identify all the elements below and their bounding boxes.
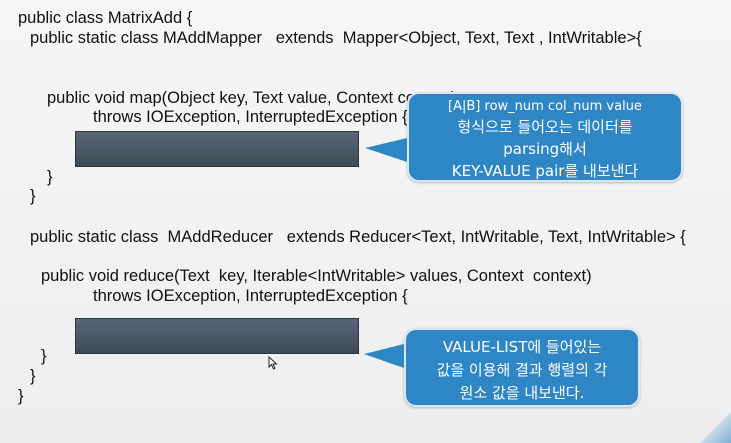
- code-reducer-close-brace: }: [30, 367, 36, 385]
- reducer-callout-line2: 값을 이용해 결과 행렬의 각: [436, 361, 608, 379]
- mapper-callout-line3: parsing해서: [503, 140, 587, 158]
- reduce-body-redaction-bar: [75, 318, 359, 354]
- mapper-callout: [A|B] row_num col_num value 형식으로 들어오는 데이…: [365, 92, 683, 182]
- mapper-callout-line2: 형식으로 들어오는 데이터를: [457, 118, 633, 136]
- code-class-declaration: public class MatrixAdd {: [18, 9, 193, 27]
- code-mapper-class-declaration: public static class MAddMapper extends M…: [30, 29, 642, 47]
- code-class-close-brace: }: [18, 387, 24, 405]
- mapper-callout-line4: KEY-VALUE pair를 내보낸다: [451, 162, 639, 180]
- code-map-close-brace: }: [47, 168, 53, 186]
- reducer-callout: VALUE-LIST에 들어있는 값을 이용해 결과 행렬의 각 원소 값을 내…: [364, 328, 640, 407]
- reducer-callout-line1: VALUE-LIST에 들어있는: [442, 338, 602, 356]
- code-mapper-close-brace: }: [30, 187, 36, 205]
- slide: public class MatrixAdd { public static c…: [0, 0, 731, 443]
- code-reduce-close-brace: }: [41, 347, 47, 365]
- mapper-callout-line1: [A|B] row_num col_num value: [448, 99, 642, 114]
- mapper-callout-tail: [365, 138, 407, 162]
- code-reduce-throws: throws IOException, InterruptedException…: [93, 287, 408, 305]
- code-map-throws: throws IOException, InterruptedException…: [93, 108, 408, 126]
- code-map-method-signature: public void map(Object key, Text value, …: [47, 89, 457, 107]
- code-reduce-method-signature: public void reduce(Text key, Iterable<In…: [41, 267, 592, 285]
- code-reducer-class-declaration: public static class MAddReducer extends …: [30, 228, 686, 246]
- mouse-cursor-icon: [268, 356, 278, 370]
- reducer-callout-line3: 원소 값을 내보낸다.: [459, 384, 585, 402]
- slide-corner-decoration: [691, 413, 731, 443]
- map-body-redaction-bar: [75, 131, 359, 167]
- reducer-callout-tail: [364, 344, 404, 368]
